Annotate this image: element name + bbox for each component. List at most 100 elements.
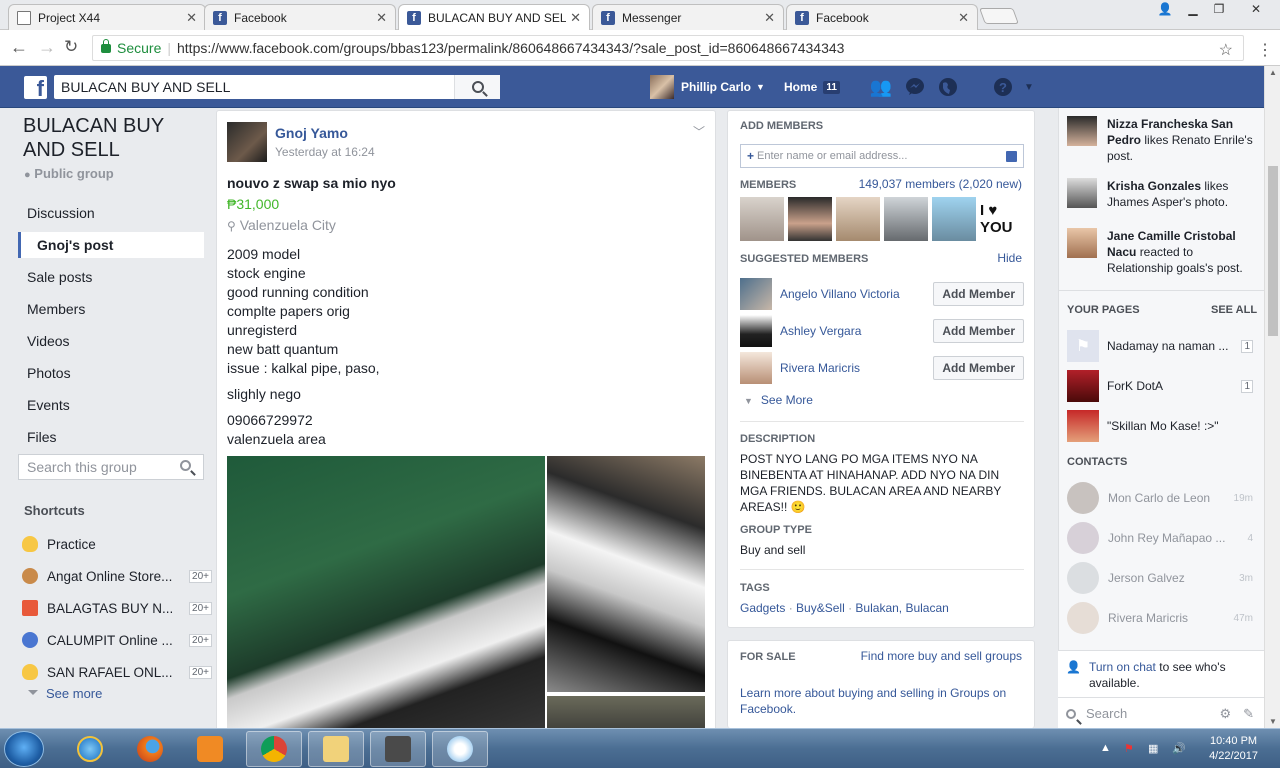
- close-icon[interactable]: ✕: [764, 10, 775, 26]
- add-member-button[interactable]: Add Member: [933, 356, 1024, 380]
- compose-icon[interactable]: ✎: [1243, 706, 1254, 722]
- profile-link[interactable]: Phillip Carlo ▼: [650, 75, 765, 99]
- page-scrollbar[interactable]: ▲ ▼: [1264, 66, 1280, 728]
- tag-link[interactable]: Buy&Sell: [796, 601, 845, 615]
- taskbar-explorer[interactable]: [308, 731, 364, 767]
- friend-requests-icon[interactable]: 👥: [870, 77, 892, 97]
- chat-search-input[interactable]: Search ⚙ ✎: [1058, 697, 1264, 729]
- windows-start-button[interactable]: [4, 731, 44, 767]
- post-timestamp[interactable]: Yesterday at 16:24: [275, 145, 375, 159]
- scrollbar-thumb[interactable]: [1268, 166, 1278, 336]
- learn-more-link[interactable]: Learn more about buying and selling in G…: [740, 685, 1024, 717]
- scroll-up-icon[interactable]: ▲: [1269, 68, 1277, 77]
- forward-button[interactable]: →: [38, 38, 56, 56]
- shortcut-angat[interactable]: Angat Online Store... 20+: [22, 560, 212, 592]
- suggested-member-name[interactable]: Ashley Vergara: [780, 324, 933, 338]
- facebook-logo-icon[interactable]: f: [24, 76, 47, 101]
- ticker-item[interactable]: Krisha Gonzales likes Jhames Asper's pho…: [1067, 178, 1257, 210]
- page-item[interactable]: ForK DotA 1: [1067, 370, 1253, 402]
- close-icon[interactable]: ✕: [186, 10, 197, 26]
- contact-item[interactable]: John Rey Mañapao ... 4: [1067, 522, 1253, 554]
- tag-link[interactable]: Gadgets: [740, 601, 785, 615]
- taskbar-chrome[interactable]: [246, 731, 302, 767]
- member-photo[interactable]: I ♥ YOU: [980, 197, 1024, 241]
- contact-item[interactable]: Mon Carlo de Leon 19m: [1067, 482, 1253, 514]
- shortcut-practice[interactable]: Practice: [22, 528, 212, 560]
- shortcut-san-rafael[interactable]: SAN RAFAEL ONL... 20+: [22, 656, 212, 688]
- tab-facebook[interactable]: f Facebook ✕: [204, 4, 396, 30]
- messenger-icon[interactable]: [904, 77, 926, 97]
- gear-icon[interactable]: ⚙: [1219, 706, 1231, 722]
- contact-item[interactable]: Jerson Galvez 3m: [1067, 562, 1253, 594]
- omnibox[interactable]: Secure | https://www.facebook.com/groups…: [92, 35, 1273, 61]
- settings-menu-icon[interactable]: ▼: [1018, 77, 1040, 97]
- member-photo[interactable]: [788, 197, 832, 241]
- group-search-input[interactable]: Search this group: [18, 454, 204, 480]
- volume-icon[interactable]: 🔊: [1172, 742, 1186, 755]
- find-more-groups-link[interactable]: Find more buy and sell groups: [861, 649, 1022, 663]
- scroll-down-icon[interactable]: ▼: [1269, 717, 1277, 726]
- members-count-link[interactable]: 149,037 members (2,020 new): [859, 177, 1022, 191]
- avatar[interactable]: [740, 278, 772, 310]
- window-close-button[interactable]: ✕: [1236, 0, 1276, 18]
- globe-notifications-icon[interactable]: [937, 77, 959, 97]
- bookmark-star-icon[interactable]: ☆: [1219, 40, 1233, 60]
- hide-suggestions-link[interactable]: Hide: [997, 251, 1022, 265]
- shortcut-balagtas[interactable]: BALAGTAS BUY N... 20+: [22, 592, 212, 624]
- group-title[interactable]: BULACAN BUY AND SELL: [23, 114, 203, 162]
- system-clock[interactable]: 10:40 PM 4/22/2017: [1209, 734, 1258, 764]
- page-item[interactable]: ⚑ Nadamay na naman ... 1: [1067, 330, 1253, 362]
- nav-events[interactable]: Events: [18, 392, 204, 424]
- close-icon[interactable]: ✕: [958, 10, 969, 26]
- see-more-members[interactable]: ▼ See More: [744, 393, 813, 407]
- nav-photos[interactable]: Photos: [18, 360, 204, 392]
- see-all-pages-link[interactable]: SEE ALL: [1211, 304, 1257, 316]
- help-icon[interactable]: ?: [992, 77, 1014, 97]
- home-link[interactable]: Home 11: [784, 80, 840, 94]
- member-photo[interactable]: [836, 197, 880, 241]
- post-photo-main[interactable]: [227, 456, 545, 746]
- nav-sale-posts[interactable]: Sale posts: [18, 264, 204, 296]
- nav-files[interactable]: Files: [18, 424, 204, 456]
- minimize-button[interactable]: ▁: [1180, 0, 1206, 18]
- close-icon[interactable]: ✕: [376, 10, 387, 26]
- page-item[interactable]: "Skillan Mo Kase! :>": [1067, 410, 1253, 442]
- taskbar-sublime[interactable]: [370, 731, 426, 767]
- search-button[interactable]: [454, 75, 500, 99]
- nav-members[interactable]: Members: [18, 296, 204, 328]
- author-avatar[interactable]: [227, 122, 267, 162]
- ticker-item[interactable]: Nizza Francheska San Pedro likes Renato …: [1067, 116, 1257, 164]
- add-member-button[interactable]: Add Member: [933, 319, 1024, 343]
- member-photo[interactable]: [932, 197, 976, 241]
- nav-gnojs-post[interactable]: Gnoj's post: [18, 232, 204, 258]
- back-button[interactable]: ←: [10, 38, 28, 56]
- close-icon[interactable]: ✕: [570, 10, 581, 26]
- browser-menu-icon[interactable]: ⋮: [1257, 40, 1273, 60]
- tag-link[interactable]: Bulakan, Bulacan: [855, 601, 948, 615]
- post-options-chevron-icon[interactable]: ﹀: [693, 123, 705, 140]
- tray-expand-icon[interactable]: ▲: [1100, 742, 1111, 754]
- member-photo[interactable]: [740, 197, 784, 241]
- suggested-member-name[interactable]: Angelo Villano Victoria: [780, 287, 933, 301]
- reload-button[interactable]: ↻: [64, 38, 78, 56]
- post-photo-side[interactable]: [547, 456, 705, 692]
- post-author[interactable]: Gnoj Yamo: [275, 125, 348, 141]
- shortcut-calumpit[interactable]: CALUMPIT Online ... 20+: [22, 624, 212, 656]
- taskbar-firefox[interactable]: [122, 731, 178, 767]
- tab-messenger[interactable]: f Messenger ✕: [592, 4, 784, 30]
- ticker-item[interactable]: Jane Camille Cristobal Nacu reacted to R…: [1067, 228, 1257, 276]
- new-tab-button[interactable]: [979, 8, 1019, 24]
- avatar[interactable]: [740, 352, 772, 384]
- nav-videos[interactable]: Videos: [18, 328, 204, 360]
- tab-bulacan-buy-and-sell[interactable]: f BULACAN BUY AND SELL ✕: [398, 4, 590, 31]
- taskbar-internet-explorer[interactable]: [62, 731, 118, 767]
- contact-item[interactable]: Rivera Maricris 47m: [1067, 602, 1253, 634]
- add-members-input[interactable]: + Enter name or email address...: [740, 144, 1024, 168]
- network-icon[interactable]: ▦: [1148, 742, 1158, 755]
- member-photo[interactable]: [884, 197, 928, 241]
- facebook-search-input[interactable]: [54, 76, 454, 98]
- turn-on-chat-link[interactable]: Turn on chat: [1089, 660, 1156, 674]
- suggested-member-name[interactable]: Rivera Maricris: [780, 361, 933, 375]
- url-text[interactable]: https://www.facebook.com/groups/bbas123/…: [177, 40, 844, 56]
- shortcuts-see-more[interactable]: See more: [28, 686, 102, 701]
